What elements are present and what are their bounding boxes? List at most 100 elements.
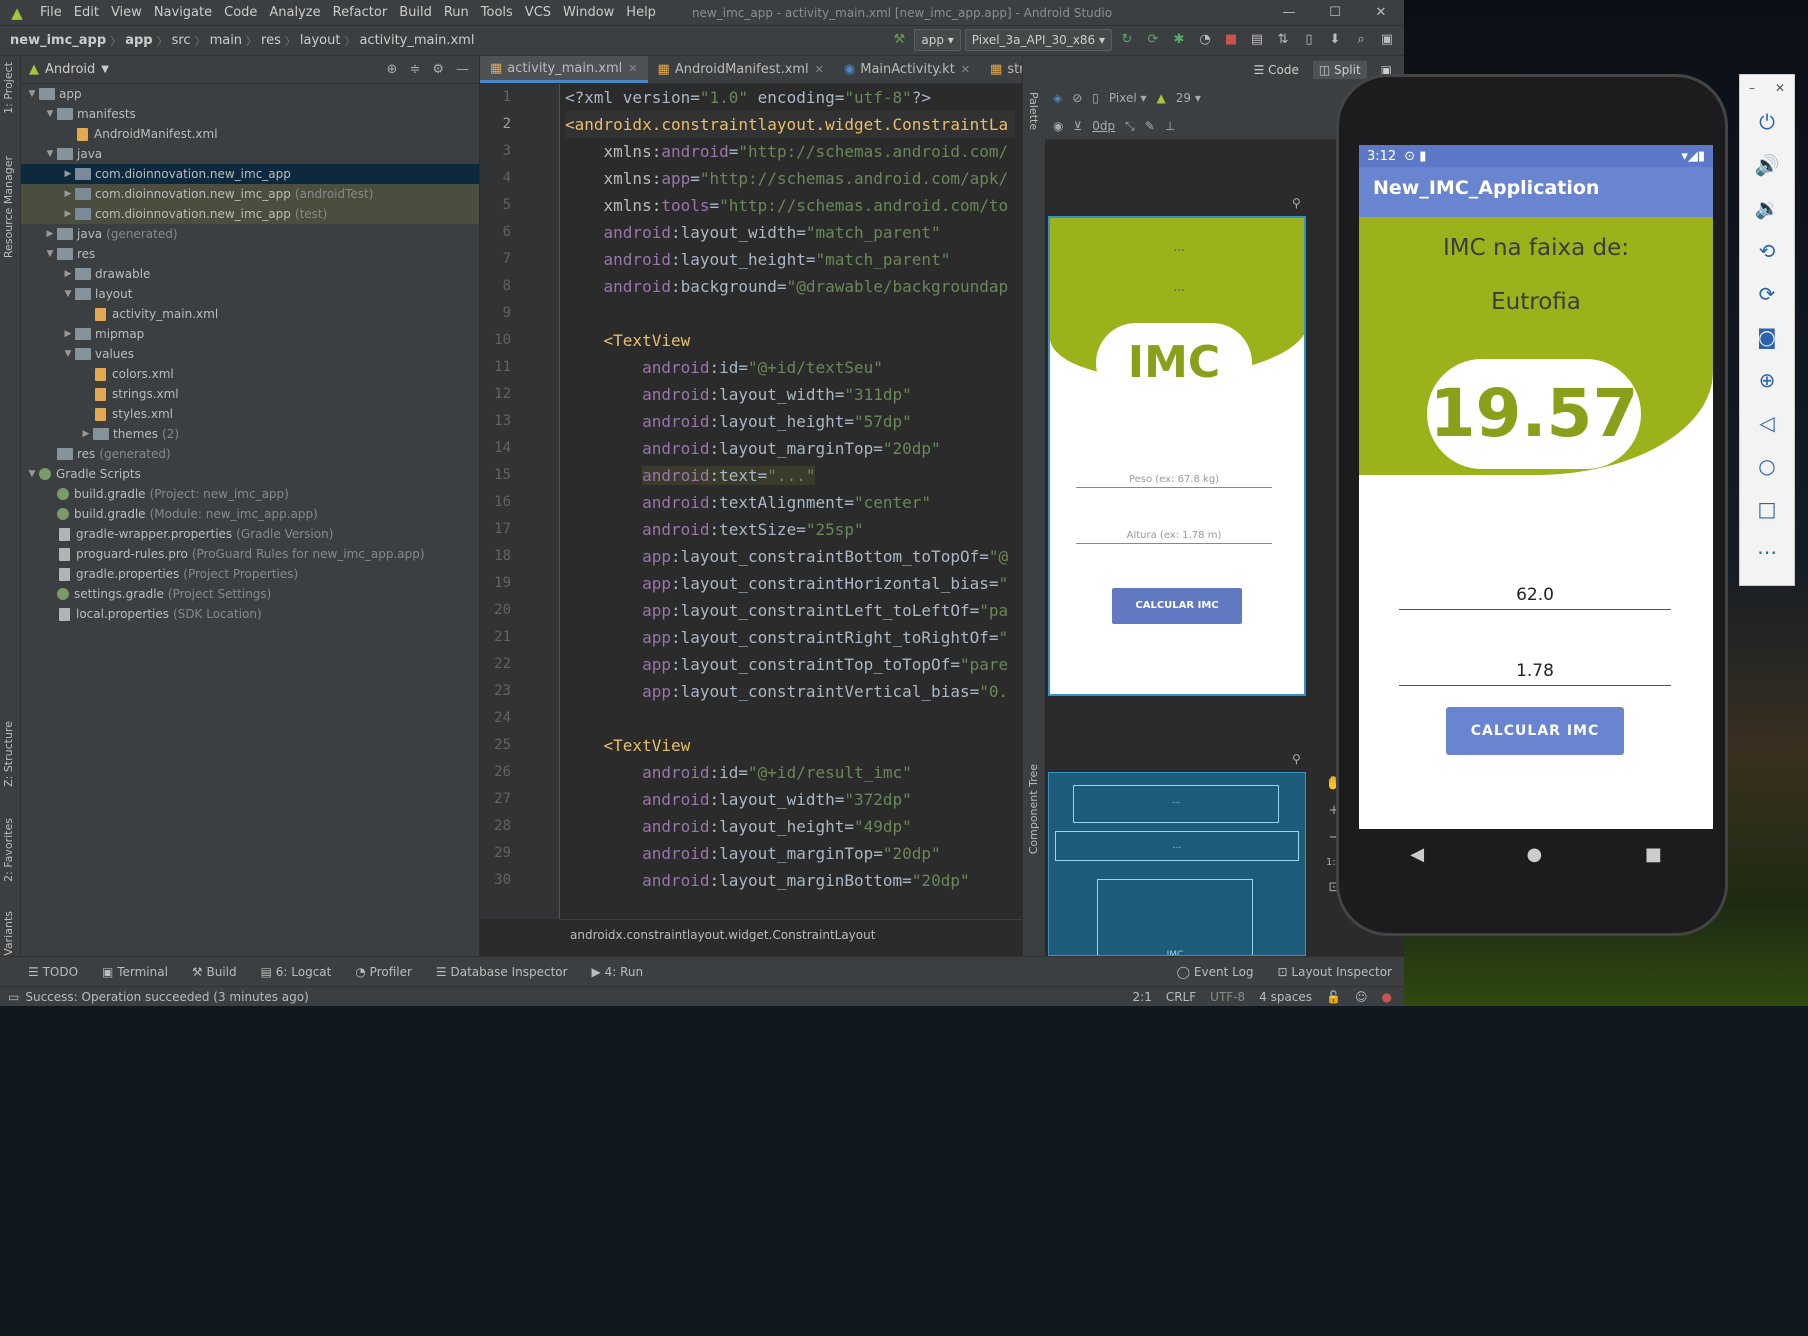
phone-screen[interactable]: 3:12 ⊙ ▮ ▾◢▮ New_IMC_Application IMC na … bbox=[1359, 145, 1713, 829]
chevron-down-icon[interactable]: ▼ bbox=[101, 64, 109, 75]
module-selector[interactable]: app ▾ bbox=[914, 29, 961, 51]
component-tree-tab[interactable]: Component Tree bbox=[1027, 764, 1040, 854]
pin-icon[interactable]: ⚲ bbox=[1292, 196, 1301, 210]
volume-down-icon[interactable]: 🔉 bbox=[1739, 187, 1795, 230]
altura-input[interactable]: 1.78 bbox=[1399, 661, 1671, 686]
tree-item[interactable]: proguard-rules.pro (ProGuard Rules for ne… bbox=[21, 544, 479, 564]
peso-input[interactable]: 62.0 bbox=[1399, 585, 1671, 610]
menu-run[interactable]: Run bbox=[438, 5, 475, 20]
code-mode-button[interactable]: ☰ Code bbox=[1248, 61, 1305, 79]
menu-file[interactable]: File bbox=[34, 5, 68, 20]
error-icon[interactable]: ● bbox=[1382, 990, 1392, 1004]
back-icon[interactable]: ◁ bbox=[1739, 402, 1795, 445]
tool-tab-resource-manager[interactable]: Resource Manager bbox=[2, 156, 15, 258]
layout-inspector-tab[interactable]: ⊡ Layout Inspector bbox=[1266, 965, 1404, 979]
breadcrumb-project[interactable]: new_imc_app bbox=[0, 33, 110, 48]
tree-item[interactable]: ▼ manifests bbox=[21, 104, 479, 124]
default-margin-button[interactable]: 0dp bbox=[1092, 119, 1115, 133]
blueprint-preview[interactable]: ... ... IMC bbox=[1048, 772, 1306, 956]
calculate-button[interactable]: CALCULAR IMC bbox=[1446, 707, 1624, 755]
project-view-selector[interactable]: Android bbox=[45, 62, 95, 77]
home-icon[interactable]: ○ bbox=[1739, 445, 1795, 488]
build-tab[interactable]: ⚒ Build bbox=[180, 965, 249, 979]
breadcrumb-app[interactable]: app bbox=[121, 33, 156, 48]
event-log-tab[interactable]: ◯ Event Log bbox=[1165, 965, 1266, 979]
close-icon[interactable]: ✕ bbox=[628, 62, 637, 75]
terminal-tab[interactable]: ▣ Terminal bbox=[90, 965, 180, 979]
account-icon[interactable]: ▣ bbox=[1376, 29, 1398, 51]
collapsed-arrow-icon[interactable]: ▶ bbox=[61, 169, 75, 179]
tree-item[interactable]: settings.gradle (Project Settings) bbox=[21, 584, 479, 604]
tree-item[interactable]: ▶ drawable bbox=[21, 264, 479, 284]
tab-activity-main[interactable]: ▦ activity_main.xml ✕ bbox=[480, 56, 648, 83]
todo-tab[interactable]: ☰ TODO bbox=[0, 965, 90, 979]
camera-icon[interactable]: ◙ bbox=[1739, 316, 1795, 359]
tree-item[interactable]: gradle-wrapper.properties (Gradle Version… bbox=[21, 524, 479, 544]
maximize-button[interactable]: ☐ bbox=[1312, 0, 1358, 26]
avd-manager-icon[interactable]: ▯ bbox=[1298, 29, 1320, 51]
editor-breadcrumb[interactable]: androidx.constraintlayout.widget.Constra… bbox=[560, 919, 1022, 956]
tree-item[interactable]: ▶ mipmap bbox=[21, 324, 479, 344]
tree-item[interactable]: ▼ layout bbox=[21, 284, 479, 304]
status-message[interactable]: Success: Operation succeeded (3 minutes … bbox=[25, 990, 308, 1004]
infer-constraints-icon[interactable]: ✎ bbox=[1145, 119, 1155, 133]
close-emulator-button[interactable]: ✕ bbox=[1775, 81, 1785, 95]
tree-item[interactable]: local.properties (SDK Location) bbox=[21, 604, 479, 624]
minimize-button[interactable]: — bbox=[1266, 0, 1312, 26]
layers-icon[interactable]: ◈ bbox=[1053, 91, 1062, 105]
tree-item[interactable]: ▼ Gradle Scripts bbox=[21, 464, 479, 484]
collapsed-arrow-icon[interactable]: ▶ bbox=[43, 229, 57, 239]
breadcrumb-layout[interactable]: layout bbox=[296, 33, 345, 48]
search-icon[interactable]: ⌕ bbox=[1350, 29, 1372, 51]
close-icon[interactable]: ✕ bbox=[961, 63, 970, 76]
expanded-arrow-icon[interactable]: ▼ bbox=[25, 469, 39, 479]
tab-android-manifest[interactable]: ▦ AndroidManifest.xml ✕ bbox=[648, 56, 834, 83]
menu-analyze[interactable]: Analyze bbox=[263, 5, 326, 20]
profile-icon[interactable]: ◔ bbox=[1194, 29, 1216, 51]
database-inspector-tab[interactable]: ☰ Database Inspector bbox=[424, 965, 580, 979]
hammer-icon[interactable]: ⚒ bbox=[888, 29, 910, 51]
menu-refactor[interactable]: Refactor bbox=[327, 5, 394, 20]
overview-icon[interactable]: □ bbox=[1739, 488, 1795, 531]
clear-constraints-icon[interactable]: ⤡ bbox=[1125, 119, 1135, 134]
volume-up-icon[interactable]: 🔊 bbox=[1739, 144, 1795, 187]
menu-tools[interactable]: Tools bbox=[475, 5, 519, 20]
sdk-manager-icon[interactable]: ⬇ bbox=[1324, 29, 1346, 51]
inspector-icon[interactable]: ☺ bbox=[1355, 990, 1368, 1004]
breadcrumb-main[interactable]: main bbox=[206, 33, 246, 48]
tree-item[interactable]: ▼ res bbox=[21, 244, 479, 264]
close-button[interactable]: ✕ bbox=[1358, 0, 1404, 26]
tree-item[interactable]: strings.xml bbox=[21, 384, 479, 404]
logcat-tab[interactable]: ▤ 6: Logcat bbox=[249, 965, 344, 979]
expanded-arrow-icon[interactable]: ▼ bbox=[61, 289, 75, 299]
sync-icon[interactable]: ⇅ bbox=[1272, 29, 1294, 51]
split-mode-button[interactable]: ◫ Split bbox=[1312, 61, 1367, 79]
stop-icon[interactable]: ■ bbox=[1220, 29, 1242, 51]
collapsed-arrow-icon[interactable]: ▶ bbox=[61, 329, 75, 339]
magnet-icon[interactable]: ⊻ bbox=[1073, 119, 1082, 133]
menu-edit[interactable]: Edit bbox=[68, 5, 105, 20]
tree-item[interactable]: ▼ app bbox=[21, 84, 479, 104]
indent-setting[interactable]: 4 spaces bbox=[1259, 990, 1312, 1004]
orientation-icon[interactable]: ⊘ bbox=[1072, 91, 1082, 105]
tree-item[interactable]: ▼ values bbox=[21, 344, 479, 364]
tool-tab-favorites[interactable]: 2: Favorites bbox=[2, 818, 15, 882]
tree-item[interactable]: colors.xml bbox=[21, 364, 479, 384]
tree-item[interactable]: ▶ java (generated) bbox=[21, 224, 479, 244]
menu-build[interactable]: Build bbox=[393, 5, 438, 20]
code-area[interactable]: <?xml version="1.0" encoding="utf-8"?> <a… bbox=[565, 84, 1015, 919]
tool-tab-project[interactable]: 1: Project bbox=[2, 62, 15, 114]
breadcrumb-src[interactable]: src bbox=[168, 33, 195, 48]
power-icon[interactable]: ⏻ bbox=[1739, 101, 1795, 144]
api-level-selector[interactable]: 29 ▾ bbox=[1176, 91, 1201, 105]
tool-tab-structure[interactable]: Z: Structure bbox=[2, 721, 15, 787]
breadcrumb-file[interactable]: activity_main.xml bbox=[355, 33, 478, 48]
rotate-left-icon[interactable]: ⟲ bbox=[1739, 230, 1795, 273]
locate-icon[interactable]: ⊕ bbox=[387, 62, 398, 77]
hide-icon[interactable]: — bbox=[456, 62, 469, 77]
menu-code[interactable]: Code bbox=[218, 5, 263, 20]
recents-nav-button[interactable]: ■ bbox=[1645, 844, 1662, 865]
tree-item[interactable]: ▶ com.dioinnovation.new_imc_app bbox=[21, 164, 479, 184]
expanded-arrow-icon[interactable]: ▼ bbox=[61, 349, 75, 359]
collapsed-arrow-icon[interactable]: ▶ bbox=[79, 429, 93, 439]
